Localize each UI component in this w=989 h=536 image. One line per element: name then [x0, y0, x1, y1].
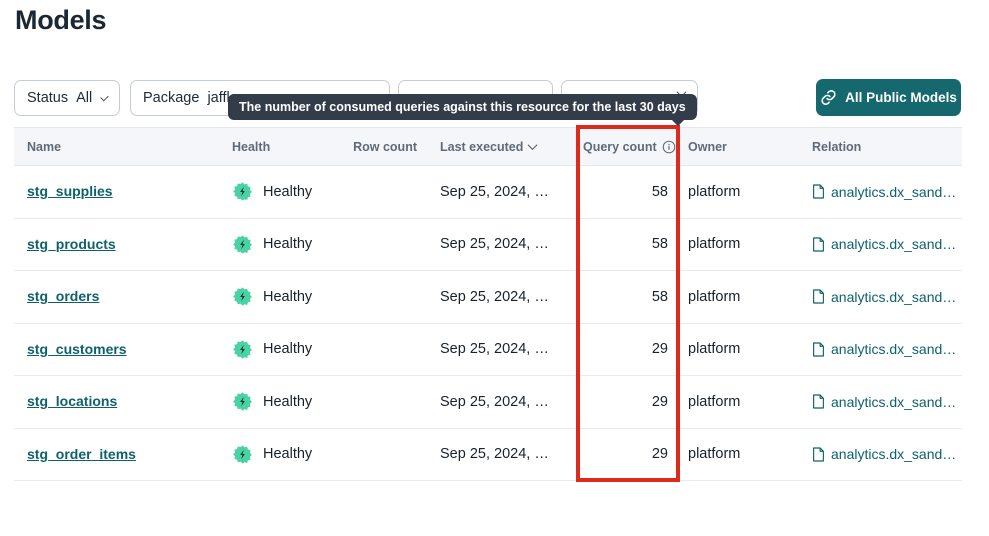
column-header-name: Name — [14, 140, 232, 154]
last-executed-cell: Sep 25, 2024, … — [434, 184, 578, 200]
all-public-models-button[interactable]: All Public Models — [816, 79, 961, 116]
status-filter-value: All — [76, 90, 92, 106]
last-executed-cell: Sep 25, 2024, … — [434, 236, 578, 252]
owner-cell: platform — [678, 236, 802, 252]
model-link[interactable]: stg_orders — [27, 288, 99, 304]
health-status-label: Healthy — [263, 236, 312, 252]
info-icon[interactable] — [662, 140, 676, 154]
table-row: stg_supplies Healthy Sep 25, 2024, … 58 … — [14, 166, 962, 219]
models-table: Name Health Row count Last executed Quer… — [14, 127, 962, 481]
all-public-models-label: All Public Models — [845, 90, 957, 105]
health-status-label: Healthy — [263, 394, 312, 410]
query-count-label: Query count — [583, 140, 657, 154]
link-icon — [820, 89, 837, 106]
package-filter-label: Package — [143, 90, 199, 106]
last-executed-label: Last executed — [440, 140, 523, 154]
sort-chevron-icon — [528, 140, 538, 150]
owner-cell: platform — [678, 184, 802, 200]
query-count-cell: 58 — [578, 236, 678, 252]
column-header-last-executed[interactable]: Last executed — [434, 140, 578, 154]
relation-text: analytics.dx_sand… — [831, 289, 956, 305]
file-icon — [812, 184, 825, 199]
table-row: stg_locations Healthy Sep 25, 2024, … 29… — [14, 376, 962, 429]
table-header-row: Name Health Row count Last executed Quer… — [14, 127, 962, 166]
model-link[interactable]: stg_order_items — [27, 446, 136, 462]
owner-cell: platform — [678, 446, 802, 462]
status-filter-dropdown[interactable]: Status All — [14, 80, 120, 116]
status-filter-label: Status — [27, 90, 68, 106]
file-icon — [812, 447, 825, 462]
relation-link[interactable]: analytics.dx_sand… — [802, 236, 962, 252]
model-link[interactable]: stg_supplies — [27, 183, 113, 199]
relation-text: analytics.dx_sand… — [831, 341, 956, 357]
relation-link[interactable]: analytics.dx_sand… — [802, 446, 962, 462]
query-count-tooltip: The number of consumed queries against t… — [228, 94, 697, 120]
chevron-down-icon — [100, 92, 108, 100]
owner-cell: platform — [678, 289, 802, 305]
file-icon — [812, 342, 825, 357]
query-count-cell: 29 — [578, 341, 678, 357]
last-executed-cell: Sep 25, 2024, … — [434, 394, 578, 410]
file-icon — [812, 289, 825, 304]
file-icon — [812, 237, 825, 252]
relation-link[interactable]: analytics.dx_sand… — [802, 341, 962, 357]
health-status-label: Healthy — [263, 289, 312, 305]
relation-text: analytics.dx_sand… — [831, 236, 956, 252]
healthy-badge-icon — [232, 286, 253, 307]
tooltip-text: The number of consumed queries against t… — [239, 100, 686, 114]
tooltip-arrow — [671, 112, 685, 126]
column-header-query-count: Query count — [578, 140, 678, 154]
relation-text: analytics.dx_sand… — [831, 184, 956, 200]
health-status-label: Healthy — [263, 341, 312, 357]
owner-cell: platform — [678, 341, 802, 357]
health-status-label: Healthy — [263, 184, 312, 200]
last-executed-cell: Sep 25, 2024, … — [434, 341, 578, 357]
table-row: stg_customers Healthy Sep 25, 2024, … 29… — [14, 324, 962, 377]
query-count-cell: 58 — [578, 184, 678, 200]
healthy-badge-icon — [232, 234, 253, 255]
model-link[interactable]: stg_products — [27, 236, 116, 252]
relation-link[interactable]: analytics.dx_sand… — [802, 394, 962, 410]
healthy-badge-icon — [232, 339, 253, 360]
query-count-cell: 29 — [578, 446, 678, 462]
table-row: stg_order_items Healthy Sep 25, 2024, … … — [14, 429, 962, 482]
page-title: Models — [15, 5, 106, 36]
relation-link[interactable]: analytics.dx_sand… — [802, 289, 962, 305]
healthy-badge-icon — [232, 444, 253, 465]
relation-text: analytics.dx_sand… — [831, 446, 956, 462]
relation-link[interactable]: analytics.dx_sand… — [802, 184, 962, 200]
query-count-cell: 29 — [578, 394, 678, 410]
model-link[interactable]: stg_locations — [27, 393, 117, 409]
column-header-health: Health — [232, 140, 350, 154]
column-header-relation: Relation — [802, 140, 962, 154]
query-count-cell: 58 — [578, 289, 678, 305]
table-row: stg_products Healthy Sep 25, 2024, … 58 … — [14, 219, 962, 272]
owner-cell: platform — [678, 394, 802, 410]
column-header-owner: Owner — [678, 140, 802, 154]
healthy-badge-icon — [232, 181, 253, 202]
file-icon — [812, 394, 825, 409]
column-header-row-count: Row count — [350, 140, 434, 154]
last-executed-cell: Sep 25, 2024, … — [434, 289, 578, 305]
health-status-label: Healthy — [263, 446, 312, 462]
table-row: stg_orders Healthy Sep 25, 2024, … 58 pl… — [14, 271, 962, 324]
last-executed-cell: Sep 25, 2024, … — [434, 446, 578, 462]
relation-text: analytics.dx_sand… — [831, 394, 956, 410]
model-link[interactable]: stg_customers — [27, 341, 127, 357]
healthy-badge-icon — [232, 391, 253, 412]
